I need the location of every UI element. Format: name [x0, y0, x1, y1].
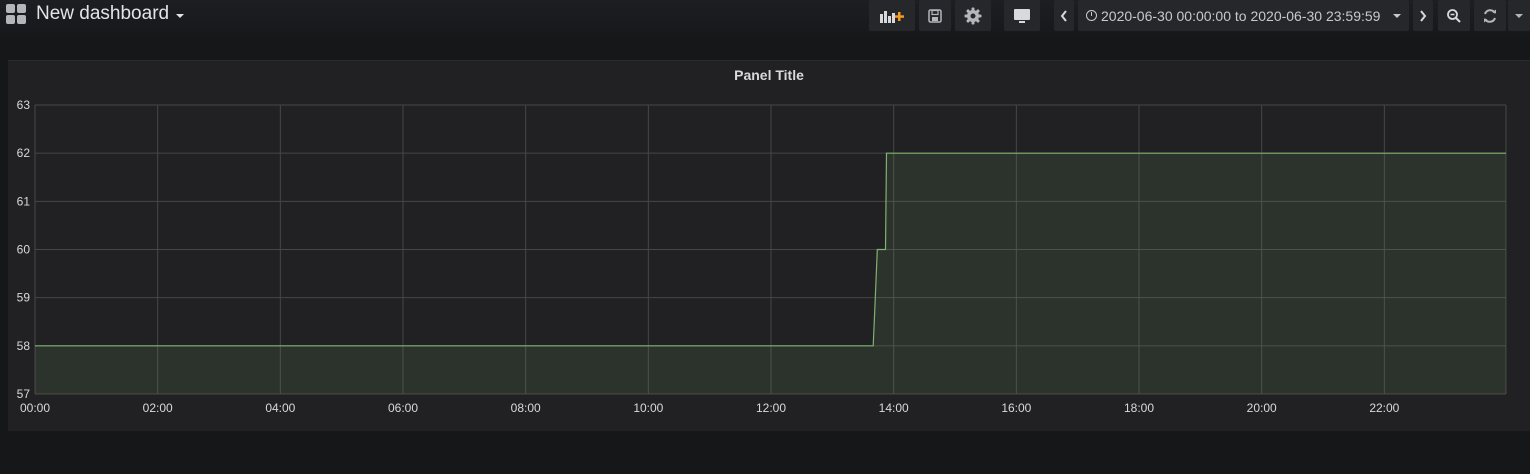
x-tick-label: 18:00 [1124, 401, 1154, 415]
dashboard-picker[interactable]: New dashboard [6, 3, 185, 25]
x-tick-label: 00:00 [20, 401, 50, 415]
time-range-label: 2020-06-30 00:00:00 to 2020-06-30 23:59:… [1101, 7, 1381, 24]
tv-mode-button[interactable] [1004, 0, 1040, 31]
x-tick-label: 08:00 [511, 401, 541, 415]
chevron-down-icon [1393, 14, 1401, 18]
x-tick-label: 14:00 [879, 401, 909, 415]
dashboard-settings-button[interactable] [955, 0, 991, 31]
add-panel-button[interactable] [869, 0, 915, 31]
refresh-icon [1484, 8, 1496, 23]
time-shift-forward-button[interactable] [1413, 0, 1433, 31]
save-icon [928, 8, 942, 23]
refresh-button[interactable] [1474, 0, 1506, 31]
x-tick-label: 02:00 [143, 401, 173, 415]
dashboard-grid-icon [6, 4, 26, 24]
add-panel-icon [880, 10, 904, 23]
chart-series-area [34, 152, 1507, 394]
x-tick-label: 22:00 [1369, 401, 1399, 415]
y-tick-label: 61 [17, 194, 31, 208]
x-tick-label: 06:00 [388, 401, 418, 415]
chevron-down-icon [176, 14, 185, 18]
y-tick-label: 57 [17, 387, 31, 401]
time-back-icon [1060, 9, 1067, 22]
y-tick-label: 60 [17, 243, 31, 257]
zoom-out-icon [1447, 8, 1461, 23]
graph-panel: Panel Title 57 58 59 60 61 62 63 00:00 02:00 04:0… [8, 60, 1530, 431]
refresh-interval-button[interactable] [1508, 0, 1530, 31]
y-tick-label: 63 [17, 98, 31, 112]
time-forward-icon [1420, 9, 1427, 22]
x-tick-label: 20:00 [1247, 401, 1277, 415]
settings-icon [964, 7, 982, 24]
clock-icon [1086, 10, 1097, 21]
y-tick-label: 62 [17, 146, 31, 160]
refresh-interval-caret-icon [1515, 13, 1523, 18]
graph-chart[interactable]: 57 58 59 60 61 62 63 00:00 02:00 04:00 06:00 08:00 1… [8, 61, 1530, 431]
series-area-fill [35, 153, 1506, 394]
x-tick-label: 10:00 [633, 401, 663, 415]
x-tick-label: 12:00 [756, 401, 786, 415]
time-range-picker[interactable]: 2020-06-30 00:00:00 to 2020-06-30 23:59:… [1078, 0, 1409, 31]
x-tick-label: 04:00 [265, 401, 295, 415]
y-tick-label: 59 [17, 291, 31, 305]
time-shift-back-button[interactable] [1054, 0, 1074, 31]
dashboard-title[interactable]: New dashboard [36, 3, 169, 25]
top-navbar: New dashboard 2020-06-30 00:00:00 to 202… [0, 0, 1530, 36]
y-tick-label: 58 [17, 339, 31, 353]
save-dashboard-button[interactable] [919, 0, 951, 31]
x-tick-label: 16:00 [1001, 401, 1031, 415]
zoom-out-button[interactable] [1438, 0, 1470, 31]
tv-mode-icon [1014, 8, 1030, 23]
